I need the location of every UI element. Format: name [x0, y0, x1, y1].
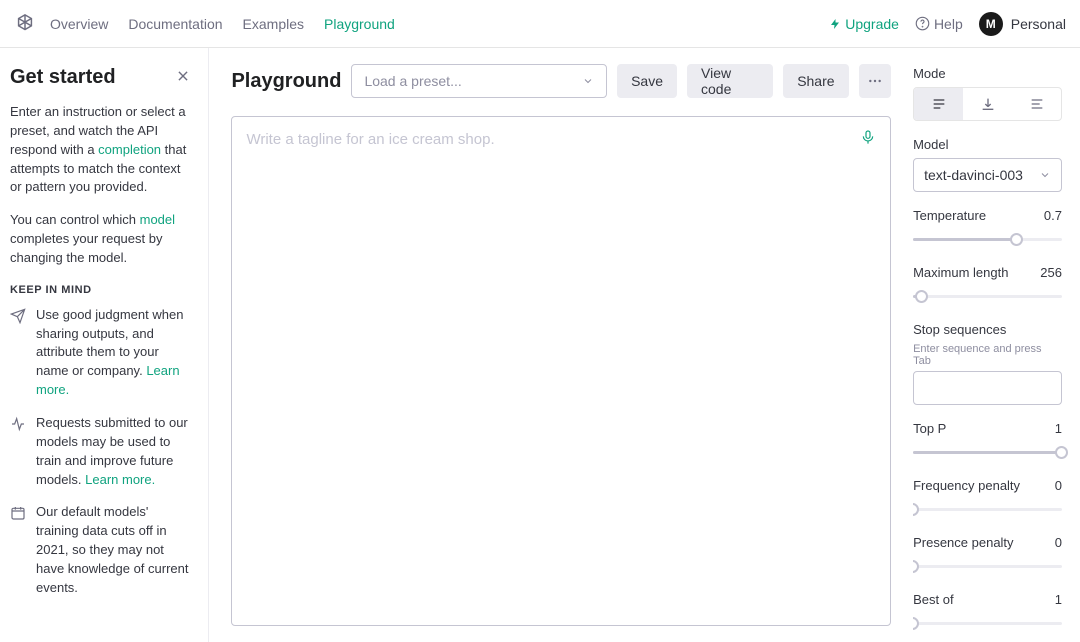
avatar: M: [979, 12, 1003, 36]
freq-label: Frequency penalty: [913, 478, 1020, 493]
help-link[interactable]: Help: [915, 16, 963, 32]
settings-panel: Mode Model text-davinci-003: [913, 48, 1080, 642]
temperature-label: Temperature: [913, 208, 986, 223]
bestof-label: Best of: [913, 592, 953, 607]
topp-label: Top P: [913, 421, 946, 436]
mode-insert[interactable]: [963, 88, 1012, 120]
help-label: Help: [934, 16, 963, 32]
maxlen-value: 256: [1040, 265, 1062, 280]
mode-complete-icon: [931, 96, 947, 112]
freq-value: 0: [1055, 478, 1062, 493]
main-nav: Overview Documentation Examples Playgrou…: [50, 16, 395, 32]
paper-plane-icon: [10, 308, 26, 324]
nav-playground[interactable]: Playground: [324, 16, 395, 32]
stop-hint: Enter sequence and press Tab: [913, 343, 1062, 367]
model-label: Model: [913, 137, 948, 152]
preset-placeholder: Load a preset...: [364, 73, 461, 89]
topbar-right: Upgrade Help M Personal: [829, 12, 1066, 36]
nav-documentation[interactable]: Documentation: [128, 16, 222, 32]
microphone-button[interactable]: [860, 129, 876, 145]
help-icon: [915, 16, 930, 31]
getting-started-title: Get started: [10, 66, 116, 89]
chevron-down-icon: [582, 75, 594, 87]
topp-slider[interactable]: [913, 442, 1062, 462]
topp-value: 1: [1055, 421, 1062, 436]
maxlen-label: Maximum length: [913, 265, 1008, 280]
mode-edit[interactable]: [1012, 88, 1061, 120]
mode-label: Mode: [913, 66, 946, 81]
save-button[interactable]: Save: [617, 64, 677, 98]
playground-header: Playground Load a preset... Save View co…: [209, 48, 913, 112]
intro-paragraph-1: Enter an instruction or select a preset,…: [10, 103, 192, 197]
nav-examples[interactable]: Examples: [243, 16, 304, 32]
content-row: Get started Enter an instruction or sele…: [0, 48, 1080, 642]
tip3-text: Our default models' training data cuts o…: [36, 503, 192, 597]
intro-2b: completes your request by changing the m…: [10, 231, 162, 265]
bolt-icon: [829, 18, 841, 30]
upgrade-link[interactable]: Upgrade: [829, 16, 899, 32]
close-icon: [176, 69, 190, 83]
freq-slider[interactable]: [913, 499, 1062, 519]
intro-paragraph-2: You can control which model completes yo…: [10, 211, 192, 268]
more-button[interactable]: [859, 64, 892, 98]
preset-select[interactable]: Load a preset...: [351, 64, 607, 98]
calendar-icon: [10, 505, 26, 521]
openai-logo-icon: [14, 13, 36, 35]
nav-overview[interactable]: Overview: [50, 16, 108, 32]
topbar: Overview Documentation Examples Playgrou…: [0, 0, 1080, 48]
prompt-textarea[interactable]: Write a tagline for an ice cream shop.: [231, 116, 891, 626]
chevron-down-icon: [1039, 169, 1051, 181]
getting-started-panel: Get started Enter an instruction or sele…: [0, 48, 209, 642]
mode-complete[interactable]: [914, 88, 963, 120]
stop-label: Stop sequences: [913, 322, 1006, 337]
upgrade-label: Upgrade: [845, 16, 899, 32]
view-code-button[interactable]: View code: [687, 64, 773, 98]
account-menu[interactable]: M Personal: [979, 12, 1066, 36]
close-panel-button[interactable]: [176, 67, 190, 88]
activity-icon: [10, 416, 26, 432]
model-link[interactable]: model: [140, 212, 175, 227]
temperature-value: 0.7: [1044, 208, 1062, 223]
temperature-slider[interactable]: [913, 229, 1062, 249]
tip2-learn-more[interactable]: Learn more.: [85, 472, 155, 487]
model-select[interactable]: text-davinci-003: [913, 158, 1062, 192]
tip-3: Our default models' training data cuts o…: [10, 503, 192, 597]
mode-edit-icon: [1029, 96, 1045, 112]
mode-toggle: [913, 87, 1062, 121]
maxlen-slider[interactable]: [913, 286, 1062, 306]
tip-2: Requests submitted to our models may be …: [10, 414, 192, 489]
completion-link[interactable]: completion: [98, 142, 161, 157]
pres-label: Presence penalty: [913, 535, 1013, 550]
pres-value: 0: [1055, 535, 1062, 550]
account-label: Personal: [1011, 16, 1066, 32]
stop-input[interactable]: [913, 371, 1062, 405]
prompt-placeholder: Write a tagline for an ice cream shop.: [246, 131, 494, 148]
keep-in-mind-heading: KEEP IN MIND: [10, 284, 192, 296]
playground-main: Playground Load a preset... Save View co…: [209, 48, 913, 642]
intro-2a: You can control which: [10, 212, 140, 227]
tip-1: Use good judgment when sharing outputs, …: [10, 306, 192, 400]
playground-title: Playground: [231, 70, 341, 93]
bestof-value: 1: [1055, 592, 1062, 607]
microphone-icon: [860, 129, 876, 145]
pres-slider[interactable]: [913, 556, 1062, 576]
model-value: text-davinci-003: [924, 167, 1023, 183]
mode-insert-icon: [980, 96, 996, 112]
bestof-slider[interactable]: [913, 613, 1062, 633]
share-button[interactable]: Share: [783, 64, 848, 98]
ellipsis-icon: [867, 73, 883, 89]
